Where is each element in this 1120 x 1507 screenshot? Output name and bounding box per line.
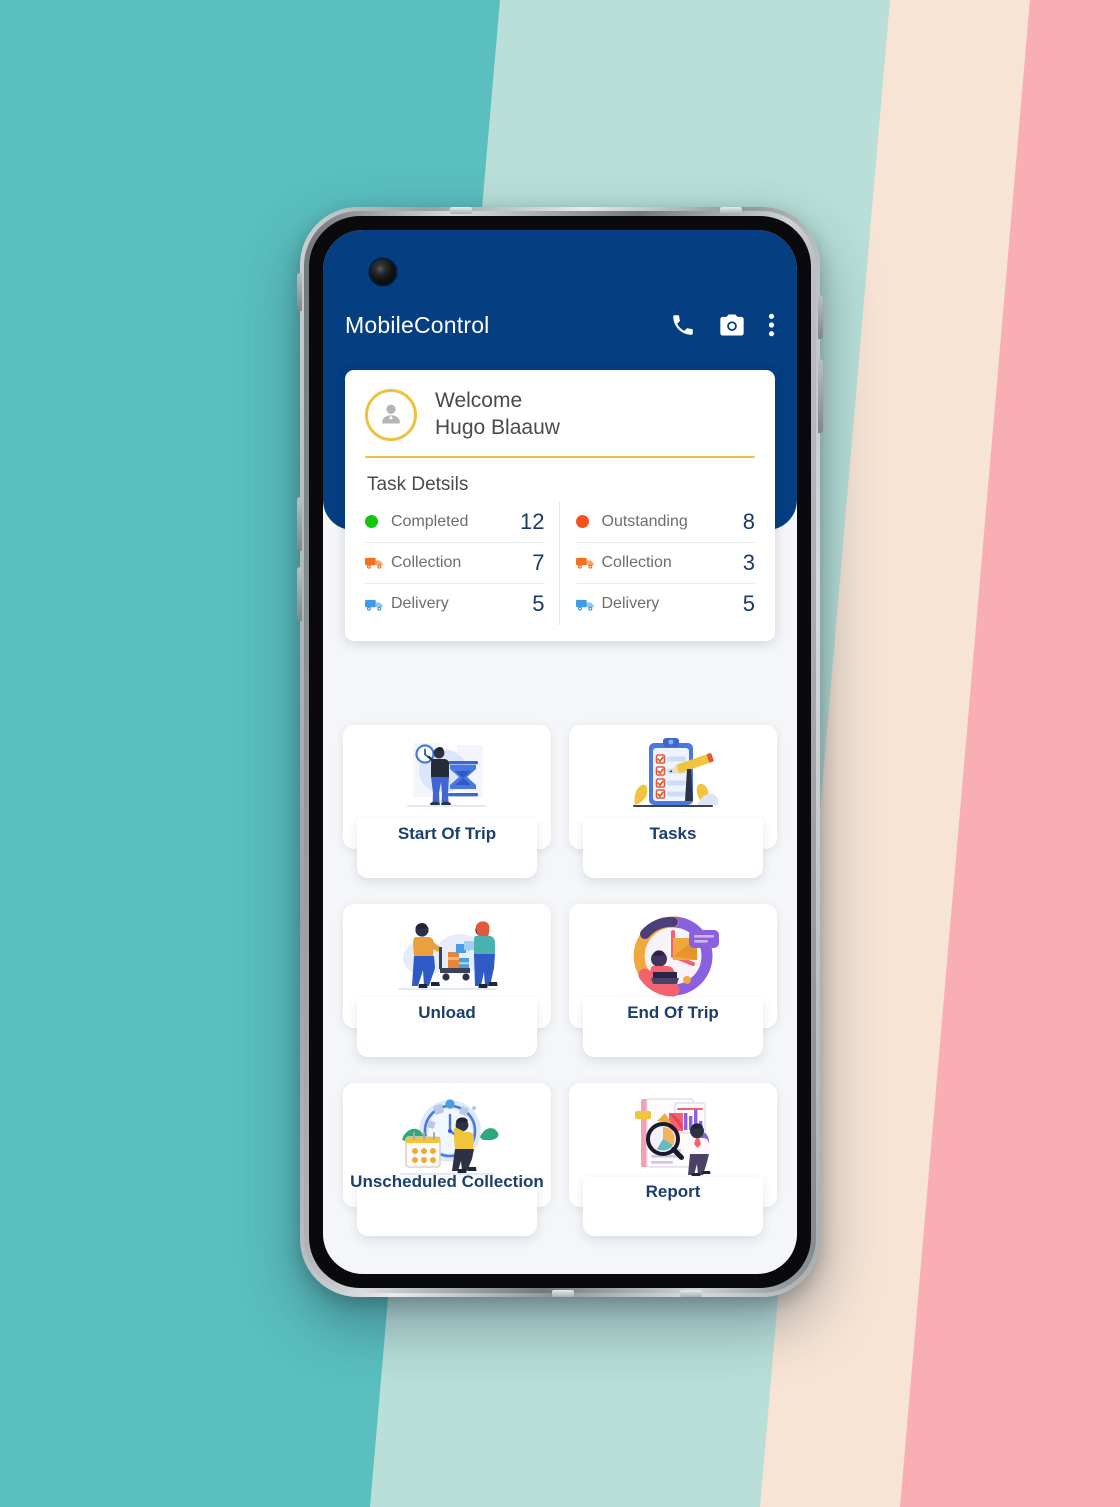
stat-row: Outstanding 8 — [575, 502, 755, 543]
app-title: MobileControl — [345, 311, 490, 338]
menu-tile-tasks[interactable]: Tasks — [569, 725, 777, 878]
menu-tile-unload[interactable]: Unload — [343, 904, 551, 1057]
volume-button[interactable] — [818, 359, 823, 433]
stat-row: Collection 3 — [575, 543, 755, 584]
stat-row: Delivery 5 — [575, 584, 755, 625]
stats-column-completed: Completed 12 Collection 7 Delivery 5 — [365, 501, 560, 625]
stat-row: Completed 12 — [365, 502, 545, 543]
collection-truck-icon — [575, 555, 600, 570]
orange-status-dot — [575, 515, 600, 529]
menu-tile-end-of-trip[interactable]: End Of Trip — [569, 904, 777, 1057]
task-stats: Completed 12 Collection 7 Delivery 5 Out… — [365, 501, 755, 625]
stat-value: 7 — [532, 549, 545, 575]
menu-grid: Start Of Trip Tasks Unload End Of Trip U… — [343, 725, 777, 1236]
delivery-truck-icon — [575, 597, 600, 612]
stat-row: Collection 7 — [365, 543, 545, 584]
phone-icon[interactable] — [670, 312, 696, 338]
tile-label: Unload — [418, 1003, 476, 1022]
stat-label: Delivery — [601, 595, 660, 613]
green-status-dot — [365, 515, 389, 529]
task-details-title: Task Detsils — [367, 473, 469, 495]
frame-antenna-nub — [450, 207, 472, 214]
stat-label: Collection — [601, 553, 672, 571]
tile-label: Tasks — [649, 824, 697, 843]
side-key-bottom[interactable] — [297, 567, 302, 621]
tasks-clipboard-illustration — [569, 731, 777, 823]
stats-column-outstanding: Outstanding 8 Collection 3 Delivery 5 — [560, 502, 755, 625]
power-button[interactable] — [818, 295, 823, 339]
stat-label: Outstanding — [601, 512, 688, 530]
delivery-truck-icon — [365, 597, 389, 612]
start-of-trip-illustration — [343, 731, 551, 823]
stat-row: Delivery 5 — [365, 584, 545, 625]
frame-antenna-nub — [720, 207, 742, 214]
collection-truck-icon — [365, 555, 389, 570]
menu-tile-start-of-trip[interactable]: Start Of Trip — [343, 725, 551, 878]
tile-label: End Of Trip — [627, 1003, 719, 1022]
stat-value: 8 — [742, 508, 755, 534]
camera-icon[interactable] — [718, 312, 746, 338]
user-avatar-icon[interactable] — [365, 388, 417, 441]
welcome-texts: Welcome Hugo Blaauw — [435, 388, 560, 442]
unscheduled-collection-illustration — [343, 1089, 551, 1181]
tile-label: Start Of Trip — [397, 824, 497, 843]
unload-illustration — [343, 910, 551, 1002]
frame-antenna-nub — [552, 1290, 574, 1297]
menu-tile-report[interactable]: Report — [569, 1083, 777, 1236]
phone-device: MobileControl Welcome Hugo Blaauw Task D… — [297, 207, 823, 1297]
welcome-row: Welcome Hugo Blaauw — [365, 388, 755, 442]
app-bar-actions — [670, 312, 775, 338]
tile-label: Report — [645, 1182, 701, 1201]
frame-antenna-nub — [680, 1290, 702, 1297]
stat-value: 12 — [520, 508, 545, 534]
stat-label: Delivery — [391, 595, 449, 613]
phone-screen: MobileControl Welcome Hugo Blaauw Task D… — [323, 230, 797, 1274]
gold-divider — [365, 455, 755, 458]
stat-value: 5 — [742, 591, 755, 617]
tile-label: Unscheduled Collection — [350, 1172, 544, 1191]
front-camera-icon — [370, 259, 396, 285]
stat-value: 3 — [742, 549, 755, 575]
report-illustration — [569, 1089, 777, 1181]
side-key-mid[interactable] — [297, 497, 302, 551]
welcome-task-card: Welcome Hugo Blaauw Task Detsils Complet… — [345, 370, 775, 641]
menu-tile-unscheduled-collection[interactable]: Unscheduled Collection — [343, 1083, 551, 1236]
overflow-menu-icon[interactable] — [768, 312, 775, 338]
stat-label: Completed — [391, 512, 469, 530]
welcome-user-name: Hugo Blaauw — [435, 415, 560, 439]
stat-label: Collection — [391, 553, 462, 571]
stat-value: 5 — [532, 591, 545, 617]
side-key-top[interactable] — [297, 273, 302, 311]
welcome-greeting: Welcome — [435, 389, 523, 412]
end-of-trip-illustration — [569, 910, 777, 1002]
app-bar: MobileControl — [323, 296, 797, 354]
